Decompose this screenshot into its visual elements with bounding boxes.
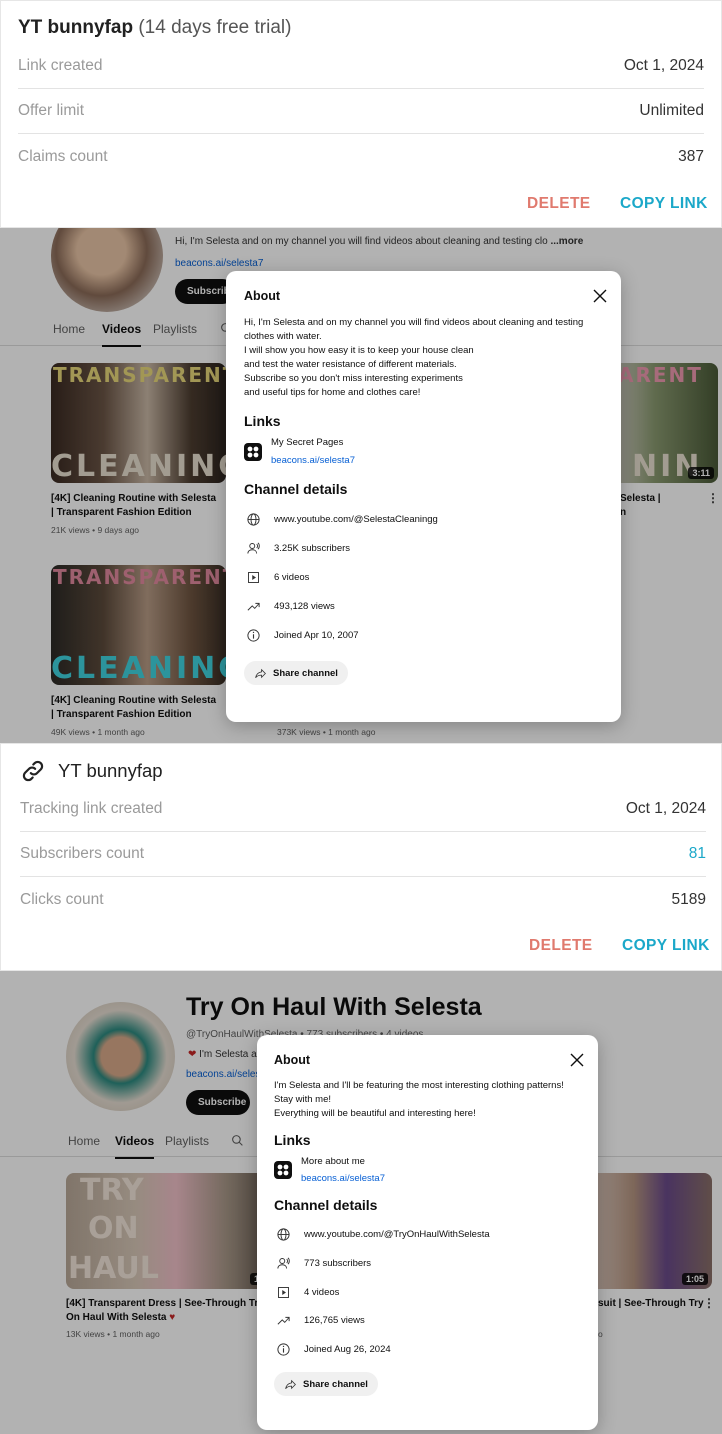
offer-limit-row: Offer limit Unlimited — [18, 89, 704, 134]
link-url[interactable]: beacons.ai/selesta7 — [301, 1173, 385, 1184]
share-label: Share channel — [273, 667, 338, 679]
row-label: Link created — [18, 57, 103, 74]
clicks-count-row: Clicks count 5189 — [20, 877, 706, 922]
row-value[interactable]: 81 — [689, 845, 706, 863]
link-name: YT bunnyfap — [58, 760, 163, 781]
detail-text: 126,765 views — [304, 1315, 365, 1326]
about-dialog: About I'm Selesta and I'll be featuring … — [257, 1035, 598, 1430]
detail-text: 493,128 views — [274, 601, 335, 612]
link-url[interactable]: beacons.ai/selesta7 — [271, 455, 355, 466]
detail-videos: 6 videos — [246, 570, 309, 585]
detail-url: www.youtube.com/@SelestaCleaningg — [246, 512, 438, 527]
row-value: Oct 1, 2024 — [623, 57, 704, 74]
detail-url: www.youtube.com/@TryOnHaulWithSelesta — [276, 1227, 490, 1242]
link-created-row: Link created Oct 1, 2024 — [18, 44, 704, 89]
claims-count-row: Claims count 387 — [18, 134, 704, 179]
channel-description: Hi, I'm Selesta and on my channel you wi… — [244, 317, 584, 398]
trial-label: (14 days free trial) — [138, 17, 292, 38]
detail-subscribers: 773 subscribers — [276, 1256, 371, 1271]
detail-text[interactable]: www.youtube.com/@SelestaCleaningg — [274, 514, 438, 525]
copy-link-button[interactable]: COPY LINK — [620, 195, 708, 213]
trending-icon — [247, 602, 260, 611]
tracking-link-created-row: Tracking link created Oct 1, 2024 — [20, 787, 706, 832]
youtube-channel-screenshot-1: Hi, I'm Selesta and on my channel you wi… — [0, 228, 722, 743]
detail-text: 6 videos — [274, 572, 310, 583]
detail-text: 4 videos — [304, 1287, 340, 1298]
globe-icon — [247, 513, 260, 526]
share-channel-button[interactable]: Share channel — [274, 1372, 378, 1396]
tracking-link-card-1: YT bunnyfap (14 days free trial) Link cr… — [0, 0, 722, 228]
detail-text: 773 subscribers — [304, 1258, 372, 1269]
row-label: Clicks count — [20, 890, 104, 908]
detail-joined: Joined Apr 10, 2007 — [246, 628, 359, 643]
subscribers-icon — [247, 542, 260, 554]
delete-button[interactable]: DELETE — [529, 937, 593, 955]
row-value: Oct 1, 2024 — [625, 800, 706, 817]
detail-joined: Joined Aug 26, 2024 — [276, 1342, 391, 1357]
beacons-icon — [274, 1161, 292, 1179]
link-name: YT bunnyfap — [18, 17, 134, 38]
links-heading: Links — [244, 413, 281, 429]
link-title: More about me — [301, 1156, 365, 1167]
channel-description: I'm Selesta and I'll be featuring the mo… — [274, 1080, 564, 1119]
row-value: Unlimited — [639, 102, 704, 119]
detail-text: Joined Aug 26, 2024 — [304, 1344, 391, 1355]
beacons-icon — [244, 443, 262, 461]
detail-views: 493,128 views — [246, 599, 335, 614]
link-title: My Secret Pages — [271, 437, 344, 448]
share-icon — [285, 1379, 296, 1389]
about-dialog: About Hi, I'm Selesta and on my channel … — [226, 271, 621, 722]
tracking-link-card-2: YT bunnyfap Tracking link created Oct 1,… — [0, 743, 722, 971]
close-icon[interactable] — [593, 289, 607, 303]
subscribers-count-row: Subscribers count 81 — [20, 832, 706, 877]
row-label: Claims count — [18, 147, 108, 165]
row-value: 387 — [678, 147, 704, 165]
card-title: YT bunnyfap (14 days free trial) — [18, 17, 291, 39]
close-icon[interactable] — [570, 1053, 584, 1067]
subscribers-icon — [277, 1257, 290, 1269]
trending-icon — [277, 1316, 290, 1325]
channel-details-heading: Channel details — [274, 1197, 378, 1213]
share-label: Share channel — [303, 1378, 368, 1390]
share-channel-button[interactable]: Share channel — [244, 661, 348, 685]
row-label: Subscribers count — [20, 845, 145, 862]
youtube-channel-screenshot-2: Try On Haul With Selesta @TryOnHaulWithS… — [0, 971, 722, 1434]
detail-videos: 4 videos — [276, 1285, 339, 1300]
globe-icon — [277, 1228, 290, 1241]
row-label: Offer limit — [18, 102, 85, 119]
detail-subscribers: 3.25K subscribers — [246, 541, 350, 556]
detail-text: Joined Apr 10, 2007 — [274, 630, 359, 641]
info-icon — [247, 629, 260, 642]
detail-text: 3.25K subscribers — [274, 543, 351, 554]
link-icon — [22, 760, 44, 782]
delete-button[interactable]: DELETE — [527, 195, 591, 213]
detail-views: 126,765 views — [276, 1313, 365, 1328]
dialog-title: About — [274, 1053, 311, 1067]
detail-text[interactable]: www.youtube.com/@TryOnHaulWithSelesta — [304, 1229, 490, 1240]
channel-details-heading: Channel details — [244, 481, 348, 497]
row-value: 5189 — [671, 890, 706, 908]
video-icon — [278, 1287, 289, 1298]
row-label: Tracking link created — [20, 800, 163, 817]
info-icon — [277, 1343, 290, 1356]
video-icon — [248, 572, 259, 583]
dialog-title: About — [244, 289, 281, 303]
share-icon — [255, 668, 266, 678]
links-heading: Links — [274, 1132, 311, 1148]
copy-link-button[interactable]: COPY LINK — [622, 937, 710, 955]
